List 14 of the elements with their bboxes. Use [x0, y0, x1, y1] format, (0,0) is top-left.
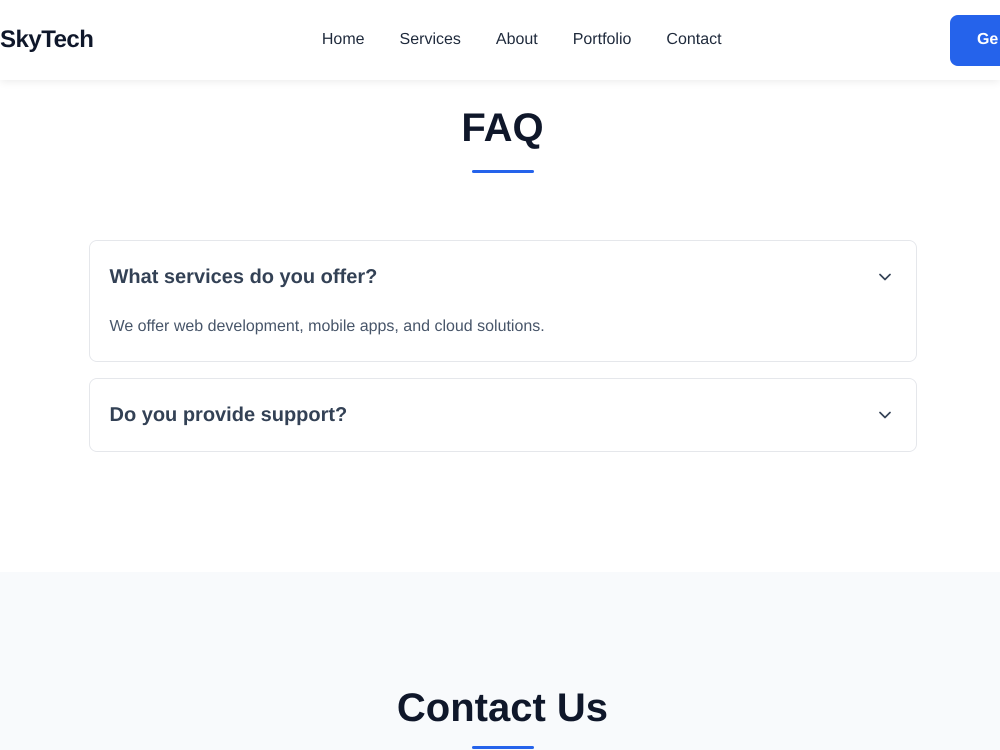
- faq-answer: We offer web development, mobile apps, and cloud solutions.: [108, 317, 546, 337]
- logo-text[interactable]: SkyTech: [0, 22, 94, 58]
- faq-question[interactable]: Do you provide support?: [90, 379, 916, 451]
- nav-link[interactable]: Portfolio: [572, 28, 632, 52]
- faq-question[interactable]: What services do you offer?: [90, 241, 916, 313]
- nav-link[interactable]: About: [496, 28, 538, 52]
- nav-link[interactable]: Services: [400, 28, 461, 52]
- accent-bar: [472, 170, 534, 173]
- cta-button[interactable]: Ge: [950, 14, 1000, 66]
- nav-link[interactable]: Home: [322, 28, 365, 52]
- nav-link[interactable]: Contact: [666, 28, 722, 52]
- section-title: FAQ: [461, 105, 544, 152]
- accent-bar: [472, 746, 534, 749]
- section-title: Contact Us: [396, 685, 608, 732]
